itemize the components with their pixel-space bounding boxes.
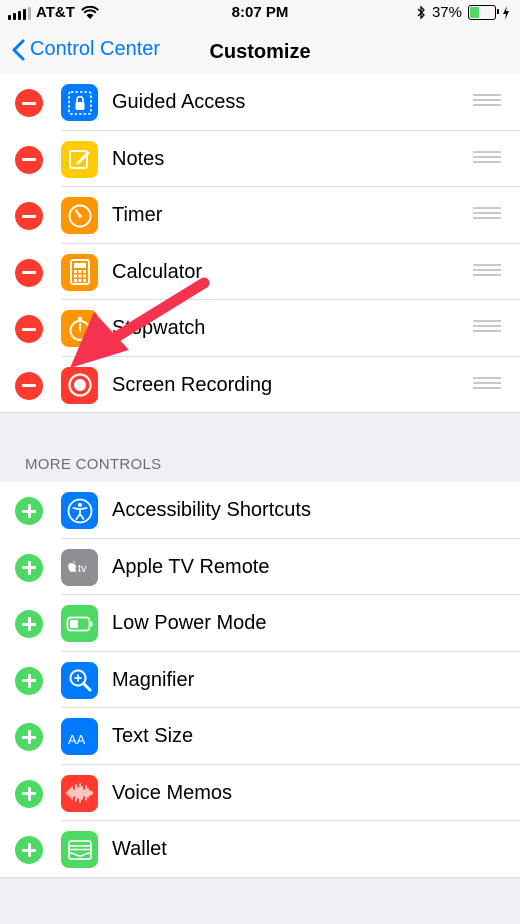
add-button[interactable] bbox=[15, 553, 43, 582]
included-controls-list: Guided Access Notes Timer Calculator Sto… bbox=[0, 74, 520, 413]
control-row-low-power-mode: Low Power Mode bbox=[0, 595, 520, 652]
control-label: Timer bbox=[112, 204, 163, 226]
control-row-wallet: Wallet bbox=[0, 821, 520, 878]
control-row-apple-tv-remote: tv Apple TV Remote bbox=[0, 539, 520, 595]
reorder-handle-icon[interactable] bbox=[473, 376, 501, 389]
status-right: 37% bbox=[417, 4, 510, 21]
control-label: Stopwatch bbox=[112, 317, 206, 339]
control-label: Guided Access bbox=[112, 91, 246, 113]
remove-button[interactable] bbox=[15, 258, 43, 287]
accessibility-icon bbox=[61, 492, 98, 529]
svg-text:AA: AA bbox=[68, 732, 86, 747]
wallet-icon bbox=[61, 831, 98, 868]
battery-low-power-icon bbox=[61, 605, 98, 642]
voice-memos-icon bbox=[61, 774, 98, 812]
control-row-notes: Notes bbox=[0, 131, 520, 187]
guided-access-icon bbox=[61, 84, 98, 121]
add-button[interactable] bbox=[15, 666, 43, 695]
calculator-icon bbox=[61, 253, 98, 291]
control-row-magnifier: Magnifier bbox=[0, 652, 520, 708]
status-bar: AT&T 8:07 PM 37% bbox=[0, 0, 520, 28]
battery-icon bbox=[468, 5, 499, 20]
more-controls-list: Accessibility Shortcuts tv Apple TV Remo… bbox=[0, 482, 520, 878]
remove-button[interactable] bbox=[15, 145, 43, 174]
add-button[interactable] bbox=[15, 836, 43, 864]
remove-button[interactable] bbox=[15, 315, 43, 343]
control-label: Voice Memos bbox=[112, 781, 233, 804]
battery-percent: 37% bbox=[431, 4, 462, 21]
control-row-stopwatch: Stopwatch bbox=[0, 300, 520, 357]
reorder-handle-icon[interactable] bbox=[473, 263, 501, 276]
reorder-handle-icon[interactable] bbox=[473, 207, 501, 219]
reorder-handle-icon[interactable] bbox=[473, 150, 501, 163]
magnifier-icon bbox=[61, 661, 98, 699]
stopwatch-icon bbox=[61, 310, 98, 347]
control-row-text-size: AA Text Size bbox=[0, 708, 520, 765]
bluetooth-icon bbox=[417, 5, 425, 20]
control-row-timer: Timer bbox=[0, 187, 520, 244]
svg-text:tv: tv bbox=[78, 563, 87, 575]
control-row-calculator: Calculator bbox=[0, 244, 520, 300]
remove-button[interactable] bbox=[15, 89, 43, 117]
page-title: Customize bbox=[209, 41, 311, 63]
control-row-guided-access: Guided Access bbox=[0, 74, 520, 131]
control-label: Apple TV Remote bbox=[112, 555, 270, 578]
remove-button[interactable] bbox=[15, 371, 43, 400]
control-row-screen-recording: Screen Recording bbox=[0, 357, 520, 413]
screen-recording-icon bbox=[61, 366, 98, 404]
apple-tv-icon: tv bbox=[61, 548, 98, 586]
more-controls-header: MORE CONTROLS bbox=[25, 456, 162, 473]
reorder-handle-icon[interactable] bbox=[473, 94, 501, 106]
text-size-icon: AA bbox=[61, 718, 98, 755]
add-button[interactable] bbox=[15, 723, 43, 751]
control-row-voice-memos: Voice Memos bbox=[0, 765, 520, 821]
control-label: Accessibility Shortcuts bbox=[112, 499, 311, 521]
add-button[interactable] bbox=[15, 779, 43, 808]
control-label: Low Power Mode bbox=[112, 612, 267, 634]
charging-icon bbox=[503, 5, 509, 20]
add-button[interactable] bbox=[15, 497, 43, 525]
control-label: Screen Recording bbox=[112, 373, 273, 396]
control-row-accessibility-shortcuts: Accessibility Shortcuts bbox=[0, 482, 520, 539]
timer-icon bbox=[61, 197, 98, 234]
control-label: Notes bbox=[112, 147, 165, 170]
remove-button[interactable] bbox=[15, 202, 43, 230]
control-label: Calculator bbox=[112, 260, 203, 283]
control-label: Magnifier bbox=[112, 668, 195, 691]
add-button[interactable] bbox=[15, 610, 43, 638]
control-label: Text Size bbox=[112, 725, 194, 747]
notes-icon bbox=[61, 140, 98, 178]
reorder-handle-icon[interactable] bbox=[473, 320, 501, 332]
control-label: Wallet bbox=[112, 838, 167, 860]
